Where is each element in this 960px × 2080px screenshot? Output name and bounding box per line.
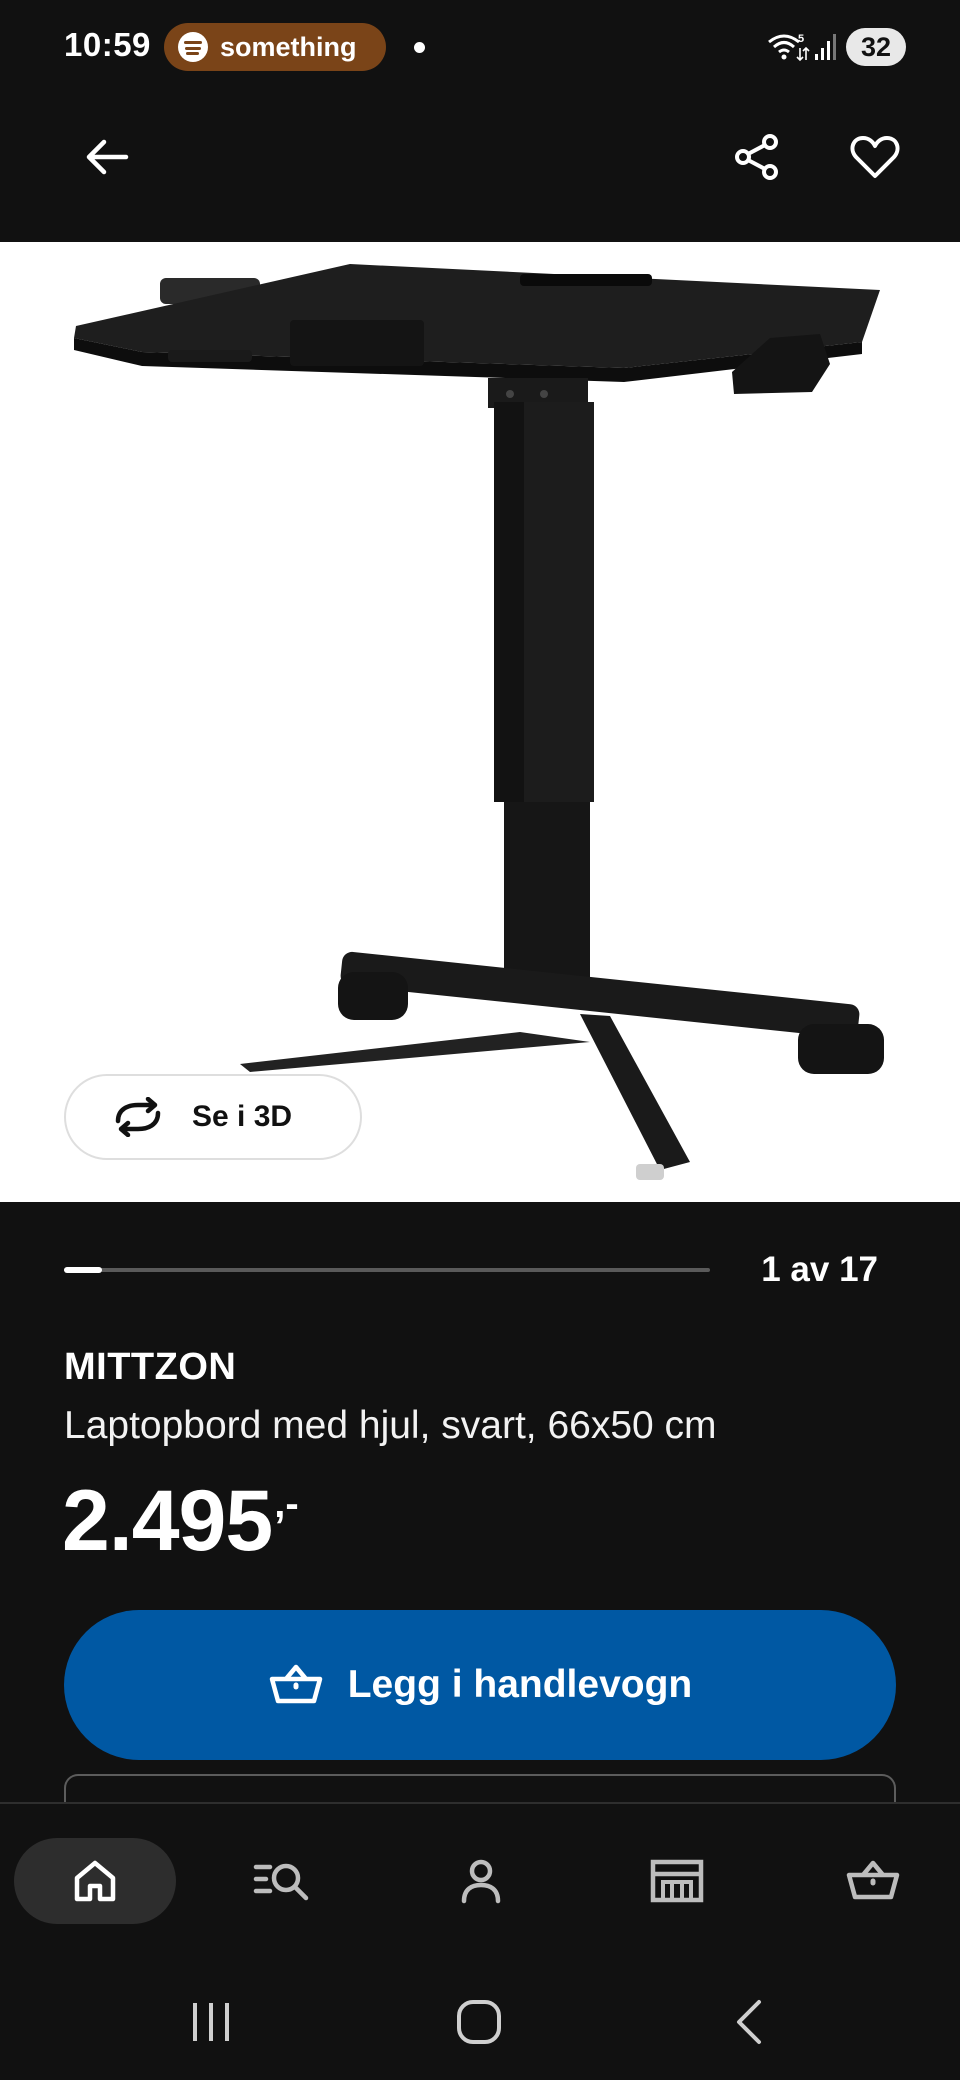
- share-icon: [735, 134, 778, 180]
- media-playing-pill[interactable]: something: [164, 23, 386, 71]
- rotate-3d-icon: [115, 1097, 161, 1137]
- back-button[interactable]: [72, 122, 142, 192]
- add-to-cart-button[interactable]: Legg i handlevogn: [64, 1610, 896, 1760]
- wifi-badge: 5: [798, 33, 804, 45]
- spotify-icon: [178, 32, 208, 62]
- share-button[interactable]: [722, 122, 792, 192]
- laptop-table-illustration: [74, 264, 884, 1180]
- nav-cart[interactable]: [792, 1838, 954, 1924]
- arrow-left-icon: [86, 139, 129, 175]
- recent-apps-button[interactable]: [176, 1990, 246, 2054]
- system-navigation-bar: [0, 1962, 960, 2080]
- search-list-icon: [253, 1863, 309, 1901]
- view-in-3d-label: Se i 3D: [192, 1100, 293, 1133]
- product-price: 2.495 ,-: [62, 1478, 299, 1564]
- price-amount: 2.495: [62, 1473, 273, 1569]
- chevron-left-icon: [737, 2000, 761, 2044]
- product-name: MITTZON: [64, 1346, 237, 1388]
- gallery-progress-bar: [64, 1267, 710, 1273]
- status-bar: 10:59 something 5 32: [0, 0, 960, 96]
- nav-stores[interactable]: [596, 1838, 758, 1924]
- gallery-counter: 1 av 17: [761, 1250, 878, 1289]
- nav-search[interactable]: [202, 1838, 364, 1924]
- nav-home[interactable]: [14, 1838, 176, 1924]
- system-back-button[interactable]: [714, 1990, 784, 2054]
- wifi-icon: 5: [768, 33, 810, 62]
- home-circle-icon: [457, 2000, 501, 2044]
- media-title: something: [220, 31, 357, 62]
- signal-icon: [815, 34, 836, 60]
- heart-icon: [850, 136, 900, 178]
- battery-level: 32: [846, 28, 906, 66]
- favorite-button[interactable]: [840, 122, 910, 192]
- status-time: 10:59: [64, 26, 151, 63]
- notification-dot: [414, 42, 425, 53]
- gallery-progress-fill: [64, 1267, 102, 1273]
- product-image[interactable]: [0, 242, 960, 1202]
- basket-icon: [269, 1664, 322, 1704]
- product-description: Laptopbord med hjul, svart, 66x50 cm: [64, 1404, 717, 1447]
- home-system-button[interactable]: [444, 1990, 514, 2054]
- person-icon: [461, 1859, 501, 1904]
- recents-icon: [193, 2003, 229, 2041]
- home-icon: [74, 1860, 116, 1902]
- app-header: [0, 96, 960, 242]
- nav-profile[interactable]: [400, 1838, 562, 1924]
- price-suffix: ,-: [274, 1482, 299, 1526]
- bottom-navigation: [0, 1802, 960, 1962]
- basket-icon: [846, 1860, 900, 1900]
- add-to-cart-label: Legg i handlevogn: [347, 1663, 693, 1706]
- view-in-3d-button[interactable]: Se i 3D: [64, 1074, 362, 1160]
- store-icon: [650, 1859, 704, 1903]
